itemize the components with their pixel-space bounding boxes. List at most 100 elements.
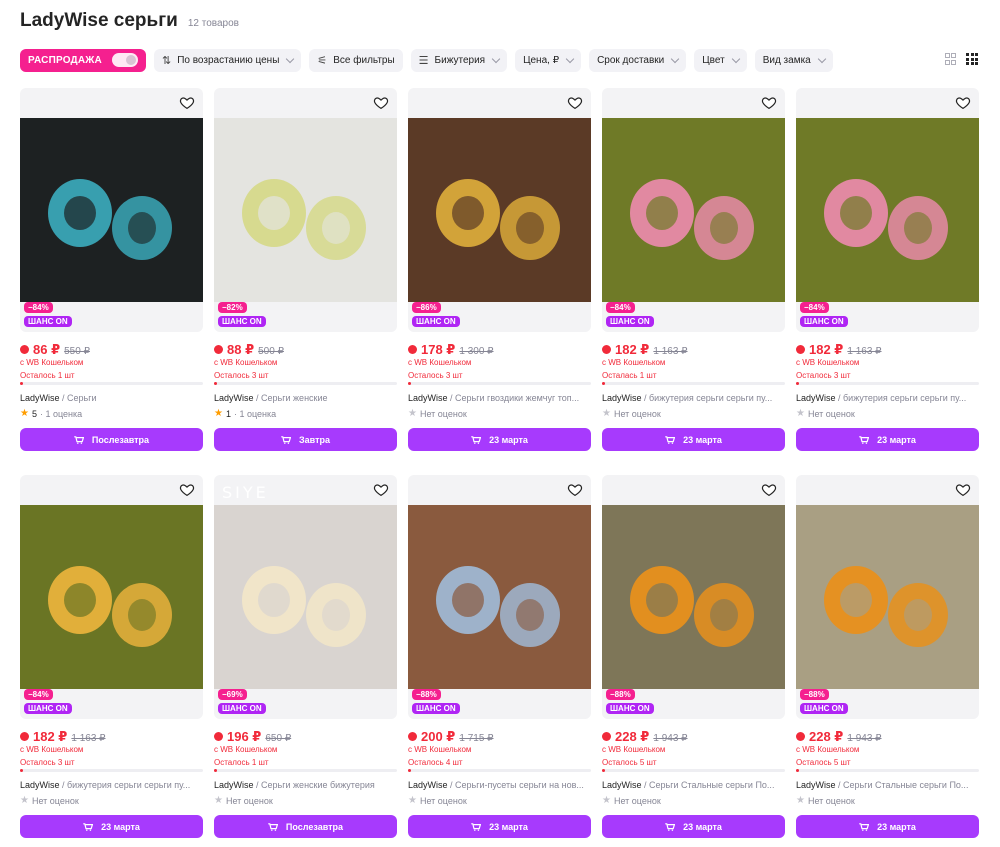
product-photo[interactable] — [602, 505, 785, 689]
product-card[interactable]: −88% ШАНС ON 228 ₽ 1 943 ₽ с WB Кошелько… — [602, 475, 785, 838]
product-photo[interactable] — [214, 505, 397, 689]
product-name[interactable]: LadyWise / Серьги Стальные серьги По... — [602, 780, 785, 790]
rating-row: ★ 1 · 1 оценка — [214, 408, 397, 419]
product-image-area[interactable]: −86% ШАНС ON — [408, 88, 591, 332]
favorite-heart-icon[interactable] — [567, 95, 583, 111]
product-card[interactable]: SIYE −69% ШАНС ON 196 ₽ 650 ₽ с WB Кошел… — [214, 475, 397, 838]
stock-left: Осталось 4 шт — [408, 758, 463, 767]
grid-small-icon[interactable] — [966, 53, 978, 65]
brand-name: LadyWise — [20, 393, 60, 403]
discount-badge: −88% — [412, 689, 441, 700]
product-card[interactable]: −82% ШАНС ON 88 ₽ 500 ₽ с WB Кошельком О… — [214, 88, 397, 451]
price: 200 ₽ — [421, 729, 456, 744]
product-photo[interactable] — [20, 118, 203, 302]
product-image-area[interactable]: −84% ШАНС ON — [20, 475, 203, 719]
product-name[interactable]: LadyWise / Серьги — [20, 393, 203, 403]
cart-icon — [859, 435, 870, 444]
favorite-heart-icon[interactable] — [373, 95, 389, 111]
delivery-dropdown[interactable]: Срок доставки — [589, 48, 687, 72]
favorite-heart-icon[interactable] — [761, 95, 777, 111]
product-name[interactable]: LadyWise / Серьги-пусеты серьги на нов..… — [408, 780, 591, 790]
chance-badge: ШАНС ON — [800, 316, 848, 327]
rating-row: ★ Нет оценок — [602, 795, 785, 806]
favorite-heart-icon[interactable] — [567, 482, 583, 498]
add-to-cart-button[interactable]: Послезавтра — [20, 428, 203, 451]
product-photo[interactable] — [214, 118, 397, 302]
review-count: · 1 оценка — [39, 408, 83, 419]
favorite-heart-icon[interactable] — [955, 95, 971, 111]
category-dropdown[interactable]: ☰ Бижутерия — [410, 48, 508, 72]
sale-toggle[interactable] — [111, 53, 138, 67]
product-card[interactable]: −88% ШАНС ON 228 ₽ 1 943 ₽ с WB Кошелько… — [796, 475, 979, 838]
all-filters-label: Все фильтры — [333, 54, 395, 66]
add-to-cart-button[interactable]: 23 марта — [408, 428, 591, 451]
chevron-down-icon — [286, 54, 295, 63]
product-photo[interactable] — [408, 505, 591, 689]
product-photo[interactable] — [20, 505, 203, 689]
product-photo[interactable] — [602, 118, 785, 302]
product-image-area[interactable]: −88% ШАНС ON — [408, 475, 591, 719]
add-to-cart-button[interactable]: 23 марта — [20, 815, 203, 838]
favorite-heart-icon[interactable] — [179, 482, 195, 498]
product-name[interactable]: LadyWise / Серьги женские — [214, 393, 397, 403]
favorite-heart-icon[interactable] — [179, 95, 195, 111]
price-row: 200 ₽ 1 715 ₽ — [408, 729, 591, 744]
product-card[interactable]: −84% ШАНС ON 182 ₽ 1 163 ₽ с WB Кошелько… — [602, 88, 785, 451]
product-image-area[interactable]: −88% ШАНС ON — [602, 475, 785, 719]
product-name[interactable]: LadyWise / бижутерия серьги серьги пу... — [796, 393, 979, 403]
product-card[interactable]: −84% ШАНС ON 182 ₽ 1 163 ₽ с WB Кошелько… — [796, 88, 979, 451]
color-dropdown[interactable]: Цвет — [694, 48, 747, 72]
brand-name: LadyWise — [796, 780, 836, 790]
favorite-heart-icon[interactable] — [955, 482, 971, 498]
price-row: 86 ₽ 550 ₽ — [20, 342, 203, 357]
sort-dropdown[interactable]: ⇅ По возрастанию цены — [153, 48, 302, 72]
add-to-cart-button[interactable]: 23 марта — [796, 815, 979, 838]
discount-badge: −84% — [24, 689, 53, 700]
product-name[interactable]: LadyWise / бижутерия серьги серьги пу... — [20, 780, 203, 790]
product-card[interactable]: −84% ШАНС ON 182 ₽ 1 163 ₽ с WB Кошелько… — [20, 475, 203, 838]
product-image-area[interactable]: −84% ШАНС ON — [602, 88, 785, 332]
product-image-area[interactable]: −88% ШАНС ON — [796, 475, 979, 719]
product-photo[interactable] — [408, 118, 591, 302]
grid-large-icon[interactable] — [944, 53, 956, 65]
wallet-icon — [20, 345, 29, 354]
sale-toggle-chip[interactable]: РАСПРОДАЖА — [20, 48, 146, 72]
product-card[interactable]: −88% ШАНС ON 200 ₽ 1 715 ₽ с WB Кошелько… — [408, 475, 591, 838]
rating-row: ★ Нет оценок — [408, 408, 591, 419]
product-image-area[interactable]: −84% ШАНС ON — [20, 88, 203, 332]
add-to-cart-button[interactable]: 23 марта — [796, 428, 979, 451]
favorite-heart-icon[interactable] — [373, 482, 389, 498]
review-count: Нет оценок — [419, 408, 467, 419]
name-separator: / — [59, 780, 68, 790]
product-image-area[interactable]: −84% ШАНС ON — [796, 88, 979, 332]
all-filters-button[interactable]: ⚟ Все фильтры — [309, 48, 403, 72]
add-to-cart-button[interactable]: Завтра — [214, 428, 397, 451]
product-name[interactable]: LadyWise / Серьги гвоздики жемчуг топ... — [408, 393, 591, 403]
product-name[interactable]: LadyWise / бижутерия серьги серьги пу... — [602, 393, 785, 403]
add-to-cart-button[interactable]: 23 марта — [602, 428, 785, 451]
product-image-area[interactable]: −82% ШАНС ON — [214, 88, 397, 332]
name-separator: / — [447, 780, 456, 790]
stock-left: Осталось 5 шт — [602, 758, 657, 767]
add-to-cart-button[interactable]: 23 марта — [602, 815, 785, 838]
product-name[interactable]: LadyWise / Серьги Стальные серьги По... — [796, 780, 979, 790]
chevron-down-icon — [731, 54, 740, 63]
product-desc: бижутерия серьги серьги пу... — [843, 393, 967, 403]
favorite-heart-icon[interactable] — [761, 482, 777, 498]
price-dropdown[interactable]: Цена, ₽ — [515, 48, 582, 72]
product-card[interactable]: −86% ШАНС ON 178 ₽ 1 300 ₽ с WB Кошелько… — [408, 88, 591, 451]
lock-type-dropdown[interactable]: Вид замка — [754, 48, 833, 72]
review-count: Нет оценок — [31, 795, 79, 806]
old-price: 550 ₽ — [64, 346, 90, 357]
product-image-area[interactable]: SIYE −69% ШАНС ON — [214, 475, 397, 719]
product-name[interactable]: LadyWise / Серьги женские бижутерия — [214, 780, 397, 790]
stock-left: Осталось 5 шт — [796, 758, 851, 767]
product-photo[interactable] — [796, 505, 979, 689]
product-photo[interactable] — [796, 118, 979, 302]
page-title: LadyWise серьги — [20, 10, 178, 31]
add-to-cart-button[interactable]: Послезавтра — [214, 815, 397, 838]
add-to-cart-button[interactable]: 23 марта — [408, 815, 591, 838]
wallet-icon — [796, 345, 805, 354]
rating-row: ★ 5 · 1 оценка — [20, 408, 203, 419]
product-card[interactable]: −84% ШАНС ON 86 ₽ 550 ₽ с WB Кошельком О… — [20, 88, 203, 451]
